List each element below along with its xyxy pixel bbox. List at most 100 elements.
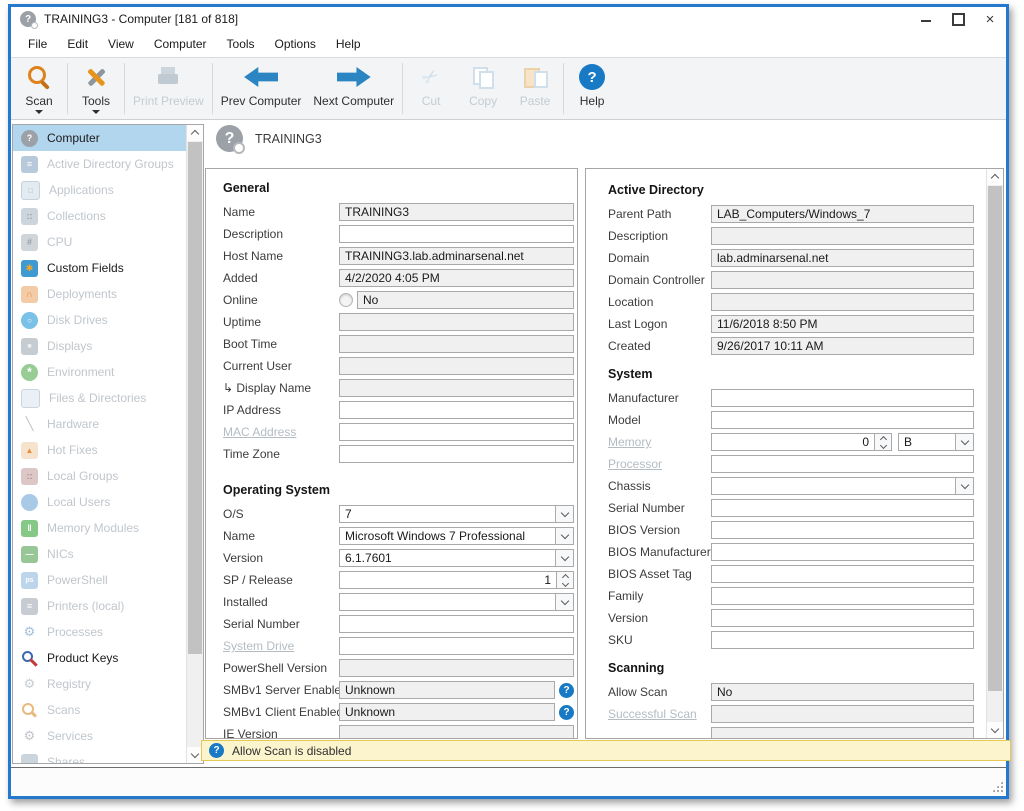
minimize-icon <box>921 20 931 22</box>
os-name-combo[interactable]: Microsoft Windows 7 Professional <box>339 527 574 545</box>
combo-dropdown-button[interactable] <box>955 434 973 450</box>
created-field: 9/26/2017 10:11 AM <box>711 337 974 355</box>
scrollbar-thumb[interactable] <box>988 186 1002 691</box>
successful-scan-link-label: Successful Scan <box>586 707 711 721</box>
title-bar: TRAINING3 - Computer [181 of 818] <box>11 7 1006 31</box>
tools-button[interactable]: Tools <box>70 58 122 119</box>
memory-spinner[interactable]: 0 <box>711 433 892 451</box>
scroll-up-button[interactable] <box>187 125 203 141</box>
bios-version-field[interactable] <box>711 521 974 539</box>
sidebar-item-processes: Processes <box>13 619 187 645</box>
menu-tools[interactable]: Tools <box>217 31 265 57</box>
os-version-combo[interactable]: 6.1.7601 <box>339 549 574 567</box>
shares-icon <box>21 754 38 764</box>
system-drive-link-label: System Drive <box>206 639 339 653</box>
detail-scrollbar[interactable] <box>986 169 1003 738</box>
processor-field[interactable] <box>711 455 974 473</box>
description-field[interactable] <box>339 225 574 243</box>
sp-release-spinner[interactable]: 1 <box>339 571 574 589</box>
help-button[interactable]: Help <box>566 58 618 119</box>
field-label: IE Version <box>206 727 339 739</box>
model-field[interactable] <box>711 411 974 429</box>
mac-address-field[interactable] <box>339 423 574 441</box>
chassis-combo[interactable] <box>711 477 974 495</box>
spinner-buttons[interactable] <box>874 434 891 450</box>
clipboard-icon <box>523 65 547 89</box>
field-label: Last Logon <box>586 317 711 331</box>
maximize-button[interactable] <box>942 7 974 31</box>
system-drive-field[interactable] <box>339 637 574 655</box>
family-field[interactable] <box>711 587 974 605</box>
added-field: 4/2/2020 4:05 PM <box>339 269 574 287</box>
menu-view[interactable]: View <box>98 31 144 57</box>
combo-dropdown-button[interactable] <box>555 528 573 544</box>
field-label: Created <box>586 339 711 353</box>
ad-description-field <box>711 227 974 245</box>
next-computer-button[interactable]: Next Computer <box>307 58 400 119</box>
chevron-down-icon <box>960 481 968 489</box>
combo-dropdown-button[interactable] <box>555 550 573 566</box>
version-field[interactable] <box>711 609 974 627</box>
time-zone-field[interactable] <box>339 445 574 463</box>
installed-combo[interactable] <box>339 593 574 611</box>
maximize-icon <box>952 13 965 26</box>
scan-button[interactable]: Scan <box>13 58 65 119</box>
os-combo[interactable]: 7 <box>339 505 574 523</box>
field-label: SMBv1 Client Enabled <box>206 705 339 719</box>
scroll-down-button[interactable] <box>987 722 1003 738</box>
menu-options[interactable]: Options <box>265 31 326 57</box>
sidebar-item-cpu: CPU <box>13 229 187 255</box>
field-label: Manufacturer <box>586 391 711 405</box>
bios-manufacturer-field[interactable] <box>711 543 974 561</box>
serial-number-field[interactable] <box>711 499 974 517</box>
os-serial-number-field[interactable] <box>339 615 574 633</box>
field-label: Family <box>586 589 711 603</box>
sidebar-item-product-keys[interactable]: Product Keys <box>13 645 187 671</box>
scrollbar-thumb[interactable] <box>188 142 202 654</box>
field-label: Location <box>586 295 711 309</box>
resize-grip-icon[interactable] <box>992 781 1003 792</box>
cut-button: Cut <box>405 58 457 119</box>
hardware-icon <box>21 416 38 433</box>
combo-dropdown-button[interactable] <box>555 506 573 522</box>
last-logon-field: 11/6/2018 8:50 PM <box>711 315 974 333</box>
scroll-up-button[interactable] <box>987 169 1003 185</box>
domain-controller-field <box>711 271 974 289</box>
sidebar-item-label: Hardware <box>47 417 99 431</box>
sidebar-scrollbar[interactable] <box>186 125 203 763</box>
sidebar-item-shares: Shares <box>13 749 187 763</box>
chevron-down-icon <box>960 437 968 445</box>
field-label: Chassis <box>586 479 711 493</box>
window-controls <box>910 7 1006 31</box>
menu-help[interactable]: Help <box>326 31 371 57</box>
help-info-icon[interactable] <box>559 683 574 698</box>
sidebar-item-computer[interactable]: Computer <box>13 125 187 151</box>
tools-icon <box>83 64 109 90</box>
sku-field[interactable] <box>711 631 974 649</box>
combo-dropdown-button[interactable] <box>955 478 973 494</box>
field-label: Model <box>586 413 711 427</box>
content-area: Computer Active Directory Groups Applica… <box>11 120 1006 767</box>
bios-asset-tag-field[interactable] <box>711 565 974 583</box>
sidebar-item-applications: Applications <box>13 177 187 203</box>
prev-computer-button[interactable]: Prev Computer <box>215 58 308 119</box>
field-label: O/S <box>206 507 339 521</box>
minimize-button[interactable] <box>910 7 942 31</box>
menu-edit[interactable]: Edit <box>57 31 98 57</box>
menu-file[interactable]: File <box>18 31 57 57</box>
product-keys-icon <box>21 650 38 667</box>
menu-computer[interactable]: Computer <box>144 31 217 57</box>
combo-dropdown-button[interactable] <box>555 594 573 610</box>
manufacturer-field[interactable] <box>711 389 974 407</box>
ip-address-field[interactable] <box>339 401 574 419</box>
chevron-down-icon <box>35 110 43 114</box>
close-button[interactable] <box>974 7 1006 31</box>
printer-icon <box>155 64 181 90</box>
custom-fields-icon <box>21 260 38 277</box>
chevron-down-icon <box>92 110 100 114</box>
help-info-icon[interactable] <box>559 705 574 720</box>
memory-unit-combo[interactable]: B <box>898 433 974 451</box>
sidebar-item-custom-fields[interactable]: Custom Fields <box>13 255 187 281</box>
spinner-buttons[interactable] <box>556 572 573 588</box>
sidebar-item-powershell: PowerShell <box>13 567 187 593</box>
